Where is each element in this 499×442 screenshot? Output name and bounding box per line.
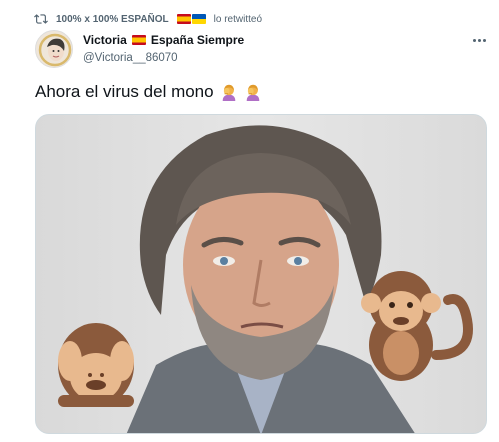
- more-dot-icon: [482, 38, 486, 42]
- more-options-button[interactable]: [468, 33, 490, 47]
- retweeter-name[interactable]: 100% x 100% ESPAÑOL: [56, 14, 169, 25]
- author-name[interactable]: Victoria: [83, 32, 127, 48]
- more-dot-icon: [472, 38, 476, 42]
- retweet-context[interactable]: 100% x 100% ESPAÑOL lo retwitteó: [34, 10, 262, 28]
- woman-facepalming-emoji-icon: [244, 83, 262, 101]
- avatar[interactable]: [35, 30, 73, 68]
- retweet-suffix: lo retwitteó: [213, 13, 263, 25]
- tweet-author[interactable]: Victoria España Siempre @Victoria__86070: [83, 32, 244, 66]
- tweet-media-image[interactable]: [35, 114, 487, 434]
- tweet-text-body: Ahora el virus del mono: [35, 82, 214, 101]
- see-no-evil-monkey-emoji-icon: [58, 323, 134, 407]
- tweet-text: Ahora el virus del mono: [35, 82, 262, 102]
- author-name-suffix[interactable]: España Siempre: [151, 32, 244, 48]
- woman-facepalming-emoji-icon: [220, 83, 238, 101]
- author-handle[interactable]: @Victoria__86070: [83, 50, 244, 66]
- ukraine-flag-icon: [191, 14, 206, 24]
- spain-flag-icon: [176, 14, 191, 24]
- retweet-icon: [34, 12, 48, 26]
- spain-flag-icon: [131, 35, 146, 45]
- more-dot-icon: [477, 38, 481, 42]
